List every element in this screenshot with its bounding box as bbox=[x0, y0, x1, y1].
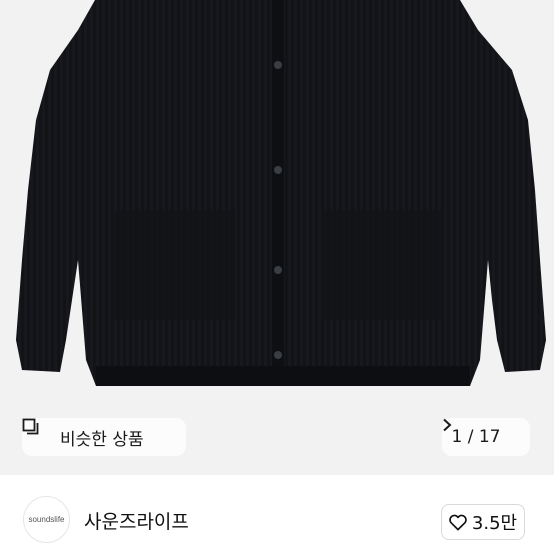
image-counter-text: 1 / 17 bbox=[451, 427, 501, 447]
product-image[interactable]: 비슷한 상품 1 / 17 bbox=[0, 0, 554, 475]
similar-items-button[interactable]: 비슷한 상품 bbox=[22, 418, 186, 456]
seller-bar: soundslife 사운즈라이프 3.5만 bbox=[0, 475, 554, 554]
seller-avatar[interactable]: soundslife bbox=[23, 496, 70, 543]
heart-outline-icon bbox=[449, 514, 467, 531]
chevron-right-icon bbox=[443, 418, 520, 444]
similar-items-label: 비슷한 상품 bbox=[60, 429, 144, 450]
avatar-text: soundslife bbox=[28, 515, 65, 524]
seller-name[interactable]: 사운즈라이프 bbox=[84, 507, 189, 534]
like-button[interactable]: 3.5만 bbox=[441, 504, 525, 540]
like-count: 3.5만 bbox=[471, 513, 518, 534]
knit-cardigan-photo bbox=[16, 0, 546, 386]
image-counter[interactable]: 1 / 17 bbox=[442, 418, 530, 456]
similar-items-icon bbox=[22, 418, 52, 446]
